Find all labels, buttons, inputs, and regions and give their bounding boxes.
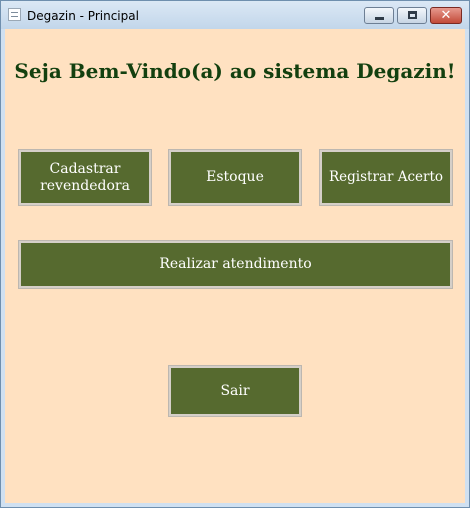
maximize-icon — [408, 11, 417, 19]
window-title: Degazin - Principal — [27, 9, 139, 23]
minimize-button[interactable] — [364, 7, 394, 24]
app-window: Degazin - Principal ✕ Seja Bem-Vindo(a) … — [0, 0, 470, 508]
cadastrar-revendedora-button[interactable]: Cadastrar revendedora — [18, 149, 152, 206]
realizar-atendimento-button[interactable]: Realizar atendimento — [18, 240, 453, 289]
cadastrar-label-line2: revendedora — [40, 177, 130, 194]
registrar-acerto-label: Registrar Acerto — [328, 169, 444, 185]
estoque-label: Estoque — [206, 169, 264, 185]
sair-label: Sair — [220, 382, 250, 399]
close-button[interactable]: ✕ — [430, 7, 462, 24]
close-icon: ✕ — [440, 8, 452, 23]
app-icon — [8, 8, 21, 21]
cadastrar-label-line1: Cadastrar — [49, 160, 121, 177]
registrar-acerto-button[interactable]: Registrar Acerto — [319, 149, 453, 206]
welcome-heading: Seja Bem-Vindo(a) ao sistema Degazin! — [14, 59, 456, 83]
main-panel: Seja Bem-Vindo(a) ao sistema Degazin! Ca… — [5, 29, 465, 503]
title-bar[interactable]: Degazin - Principal ✕ — [1, 1, 469, 29]
maximize-button[interactable] — [397, 7, 427, 24]
estoque-button[interactable]: Estoque — [168, 149, 302, 206]
realizar-atendimento-label: Realizar atendimento — [159, 256, 312, 272]
sair-button[interactable]: Sair — [168, 365, 302, 417]
minimize-icon — [375, 17, 384, 20]
